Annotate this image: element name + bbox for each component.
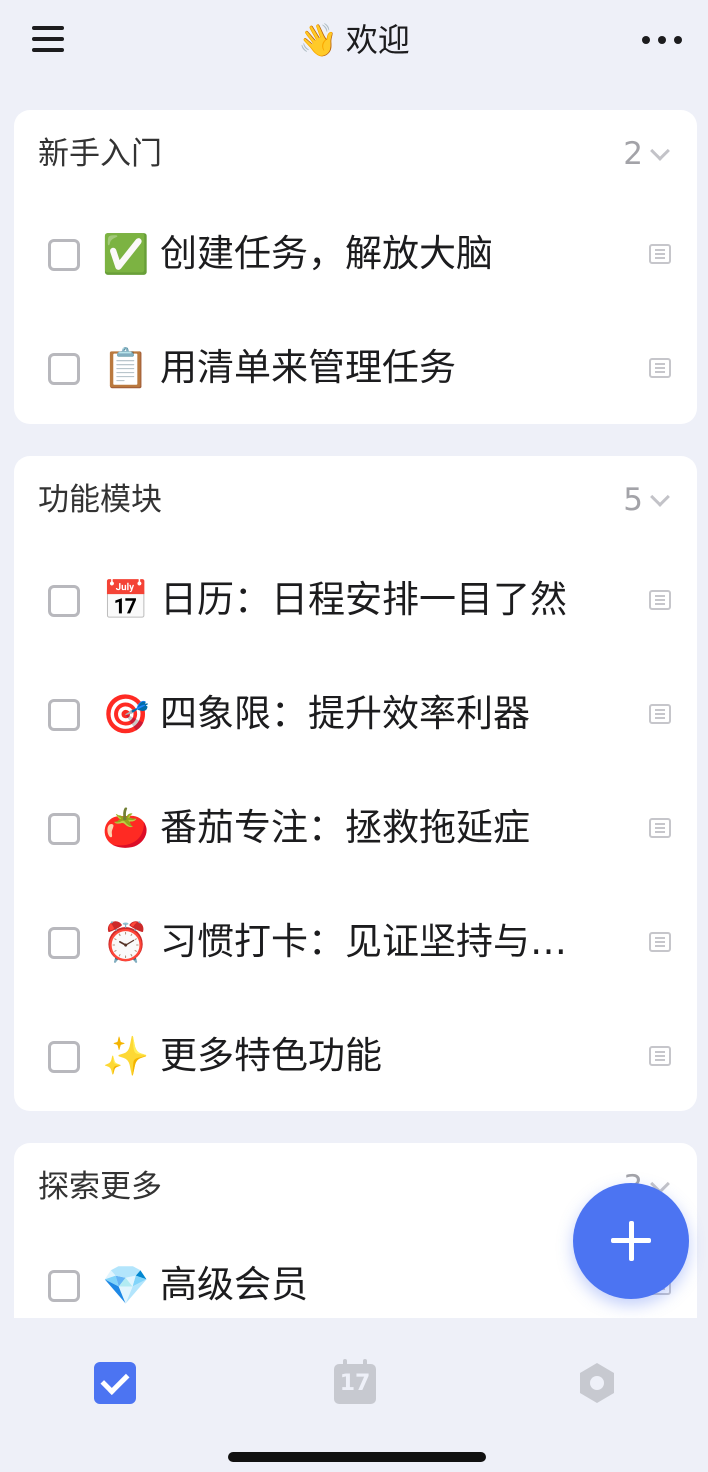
task-row[interactable]: 🍅 番茄专注：拯救拖延症 xyxy=(14,772,697,886)
task-title: 高级会员 xyxy=(160,1263,308,1306)
bottom-tab-bar: 17 xyxy=(0,1318,708,1472)
task-title: 日历：日程安排一目了然 xyxy=(160,578,567,621)
task-row[interactable]: ⏰ 习惯打卡：见证坚持与成长 xyxy=(14,886,697,1000)
task-checkbox[interactable] xyxy=(48,699,80,731)
tab-tasks[interactable] xyxy=(74,1342,154,1422)
chevron-down-icon xyxy=(650,487,670,507)
note-icon xyxy=(649,1046,671,1066)
note-icon xyxy=(649,818,671,838)
section-title: 新手入门 xyxy=(38,136,162,172)
clipboard-icon: 📋 xyxy=(102,346,150,390)
task-title: 用清单来管理任务 xyxy=(160,346,456,389)
tab-settings[interactable] xyxy=(557,1342,637,1422)
calendar-tab-icon: 17 xyxy=(334,1359,376,1404)
note-icon xyxy=(649,244,671,264)
section-feature-modules: 功能模块 5 📅 日历：日程安排一目了然 🎯 四象限：提升效率利器 🍅 番茄专注… xyxy=(14,456,697,1111)
page-title: 👋 欢迎 xyxy=(0,18,708,62)
home-indicator xyxy=(228,1452,486,1462)
add-task-button[interactable] xyxy=(573,1183,689,1299)
alarm-clock-icon: ⏰ xyxy=(102,920,150,964)
note-icon xyxy=(649,932,671,952)
chevron-down-icon xyxy=(650,141,670,161)
task-checkbox[interactable] xyxy=(48,1270,80,1302)
note-icon xyxy=(649,704,671,724)
task-row[interactable]: 📋 用清单来管理任务 xyxy=(14,312,697,424)
tomato-icon: 🍅 xyxy=(102,806,150,850)
section-getting-started: 新手入门 2 ✅ 创建任务，解放大脑 📋 用清单来管理任务 xyxy=(14,110,697,424)
task-row[interactable]: ✅ 创建任务，解放大脑 xyxy=(14,198,697,312)
section-title: 探索更多 xyxy=(38,1169,162,1205)
check-mark-icon: ✅ xyxy=(102,232,150,276)
more-options-icon[interactable] xyxy=(640,24,684,54)
task-checkbox[interactable] xyxy=(48,585,80,617)
section-count: 5 xyxy=(623,482,643,518)
task-title: 更多特色功能 xyxy=(160,1034,382,1077)
app-header: 👋 欢迎 xyxy=(0,0,708,80)
section-count: 2 xyxy=(623,136,643,172)
settings-tab-icon xyxy=(580,1363,614,1403)
section-title: 功能模块 xyxy=(38,482,162,518)
tasks-tab-icon xyxy=(94,1362,136,1404)
section-header[interactable]: 新手入门 2 xyxy=(14,110,697,198)
task-title: 番茄专注：拯救拖延症 xyxy=(160,806,530,849)
target-icon: 🎯 xyxy=(102,692,150,736)
tab-calendar[interactable]: 17 xyxy=(316,1342,396,1422)
task-row[interactable]: 🎯 四象限：提升效率利器 xyxy=(14,658,697,772)
section-header[interactable]: 功能模块 5 xyxy=(14,456,697,544)
note-icon xyxy=(649,358,671,378)
task-checkbox[interactable] xyxy=(48,239,80,271)
task-checkbox[interactable] xyxy=(48,1041,80,1073)
task-checkbox[interactable] xyxy=(48,813,80,845)
task-checkbox[interactable] xyxy=(48,927,80,959)
task-row[interactable]: ✨ 更多特色功能 xyxy=(14,1000,697,1111)
page-title-text: 欢迎 xyxy=(345,21,410,59)
note-icon xyxy=(649,590,671,610)
gem-icon: 💎 xyxy=(102,1263,150,1307)
sparkles-icon: ✨ xyxy=(102,1034,150,1078)
waving-hand-icon: 👋 xyxy=(298,21,338,59)
task-title: 习惯打卡：见证坚持与成长 xyxy=(160,920,600,963)
task-title: 创建任务，解放大脑 xyxy=(160,232,493,275)
plus-icon-stroke xyxy=(629,1221,634,1261)
calendar-icon: 📅 xyxy=(102,578,150,622)
task-checkbox[interactable] xyxy=(48,353,80,385)
task-title: 四象限：提升效率利器 xyxy=(160,692,530,735)
task-row[interactable]: 📅 日历：日程安排一目了然 xyxy=(14,544,697,658)
